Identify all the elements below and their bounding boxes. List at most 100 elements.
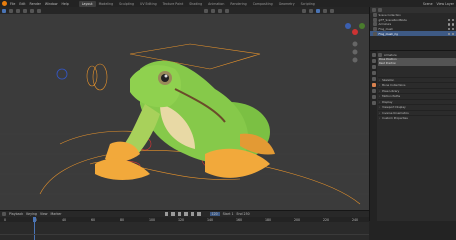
next-key-icon[interactable] xyxy=(190,212,195,216)
menu-edit[interactable]: Edit xyxy=(19,2,25,6)
collection-icon xyxy=(373,13,377,18)
menu-file[interactable]: File xyxy=(10,2,15,6)
playback-menu[interactable]: Playback xyxy=(9,212,23,216)
eye-icon[interactable] xyxy=(448,27,451,31)
main-menu: File Edit Render Window Help xyxy=(10,2,69,6)
blender-logo-icon[interactable] xyxy=(2,1,7,6)
camera-icon[interactable] xyxy=(451,32,454,35)
tab-texture-paint[interactable]: Texture Paint xyxy=(160,1,187,7)
outliner-panel: Scene Collection glTF_SceneRootNode Arma… xyxy=(369,7,456,50)
select-menu-icon[interactable] xyxy=(23,8,27,13)
current-frame-field[interactable]: 120 xyxy=(209,212,220,216)
timeline-editor-icon[interactable] xyxy=(2,212,6,216)
tab-sculpting[interactable]: Sculpting xyxy=(116,1,137,7)
constraint-tab-icon[interactable] xyxy=(371,95,376,99)
editor-type-icon[interactable] xyxy=(2,8,6,13)
timeline-keyframe-area[interactable] xyxy=(0,222,369,240)
snap-icon[interactable] xyxy=(218,8,222,13)
workspace-tabs: Layout Modeling Sculpting UV Editing Tex… xyxy=(78,0,318,7)
end-frame-field[interactable]: End 250 xyxy=(236,212,249,216)
camera-icon[interactable] xyxy=(451,23,454,26)
status-area xyxy=(369,221,456,240)
playhead-line xyxy=(34,222,35,240)
data-tab-icon[interactable] xyxy=(371,101,376,105)
object-menu-icon[interactable] xyxy=(37,8,41,13)
camera-icon[interactable] xyxy=(451,27,454,31)
empty-marker xyxy=(56,68,68,80)
properties-content: Armature Pose Position Rest Position › Sk… xyxy=(378,51,456,121)
world-tab-icon[interactable] xyxy=(371,77,376,81)
keyframe-track xyxy=(0,234,369,235)
rest-row: Rest Position xyxy=(378,62,456,67)
outliner-editor-icon[interactable] xyxy=(372,8,376,12)
armature-icon xyxy=(373,31,377,36)
rendered-shading-icon[interactable] xyxy=(330,8,334,13)
menu-help[interactable]: Help xyxy=(61,2,68,6)
3d-viewport[interactable] xyxy=(0,14,369,210)
solid-shading-icon[interactable] xyxy=(316,8,320,13)
material-shading-icon[interactable] xyxy=(323,8,327,13)
overlay-icon[interactable] xyxy=(302,8,306,13)
tab-modeling[interactable]: Modeling xyxy=(96,1,117,7)
play-icon[interactable] xyxy=(184,212,188,216)
transform-orientation-icon[interactable] xyxy=(204,8,208,13)
tab-animation[interactable]: Animation xyxy=(205,1,227,7)
properties-panel: Armature Pose Position Rest Position › Sk… xyxy=(369,50,456,222)
tab-layout[interactable]: Layout xyxy=(78,0,96,7)
navigation-gizmo[interactable] xyxy=(345,23,365,63)
outliner-row-label: Frog_mesh_rig xyxy=(378,31,398,36)
play-reverse-icon[interactable] xyxy=(177,212,182,216)
timeline-panel: Playback Keying View Marker 120 Start 1 … xyxy=(0,210,369,240)
viewport-header xyxy=(0,7,369,14)
view-menu-icon[interactable] xyxy=(16,8,20,13)
scene-label[interactable]: Scene xyxy=(423,2,433,6)
jump-end-icon[interactable] xyxy=(197,212,201,216)
mesh-icon xyxy=(373,27,377,32)
jump-start-icon[interactable] xyxy=(164,212,169,216)
outliner-row-label: Frog_mesh xyxy=(378,27,393,32)
armature-icon xyxy=(373,22,377,27)
keying-menu[interactable]: Keying xyxy=(26,212,37,216)
outliner-row-label: glTF_SceneRootNode xyxy=(378,17,407,22)
pivot-icon[interactable] xyxy=(211,8,215,13)
menu-window[interactable]: Window xyxy=(45,2,58,6)
scene-tab-icon[interactable] xyxy=(371,71,376,75)
mode-icon[interactable] xyxy=(9,8,13,13)
prev-key-icon[interactable] xyxy=(171,212,175,216)
marker-menu[interactable]: Marker xyxy=(51,212,62,216)
view-menu[interactable]: View xyxy=(40,212,48,216)
xray-icon[interactable] xyxy=(309,8,313,13)
menu-render[interactable]: Render xyxy=(30,2,41,6)
add-menu-icon[interactable] xyxy=(30,8,34,13)
viewport-scene xyxy=(0,23,369,205)
start-frame-field[interactable]: Start 1 xyxy=(223,212,234,216)
tab-compositing[interactable]: Compositing xyxy=(250,1,276,7)
eye-icon[interactable] xyxy=(448,23,451,26)
outliner-row-label: Armature xyxy=(378,22,392,27)
tab-scripting[interactable]: Scripting xyxy=(298,1,318,7)
tab-shading[interactable]: Shading xyxy=(186,1,205,7)
tab-rendering[interactable]: Rendering xyxy=(227,1,249,7)
section-custom-properties[interactable]: › Custom Properties xyxy=(378,115,456,121)
modifier-tab-icon[interactable] xyxy=(371,89,376,93)
top-bar: File Edit Render Window Help Layout Mode… xyxy=(0,0,456,7)
scene-selector: Scene View Layer xyxy=(423,0,454,7)
frog-model[interactable] xyxy=(95,60,275,180)
eye-icon[interactable] xyxy=(448,18,451,21)
output-tab-icon[interactable] xyxy=(371,65,376,69)
outliner-row-selected[interactable]: Frog_mesh_rig xyxy=(370,31,456,36)
camera-icon[interactable] xyxy=(451,18,454,21)
object-icon xyxy=(373,17,377,22)
rest-position-button[interactable]: Rest Position xyxy=(378,62,456,67)
tab-uv-editing[interactable]: UV Editing xyxy=(137,1,160,7)
object-tab-icon[interactable] xyxy=(371,83,376,87)
render-tab-icon[interactable] xyxy=(371,59,376,63)
outliner-filter-icon[interactable] xyxy=(378,8,382,12)
view-layer-label[interactable]: View Layer xyxy=(437,2,454,6)
eye-icon[interactable] xyxy=(448,32,451,35)
properties-tabs xyxy=(370,51,377,222)
proportional-edit-icon[interactable] xyxy=(225,8,229,13)
outliner-row-label: Scene Collection xyxy=(378,13,401,18)
tool-tab-icon[interactable] xyxy=(371,53,376,57)
tab-geometry[interactable]: Geometry xyxy=(276,1,298,7)
